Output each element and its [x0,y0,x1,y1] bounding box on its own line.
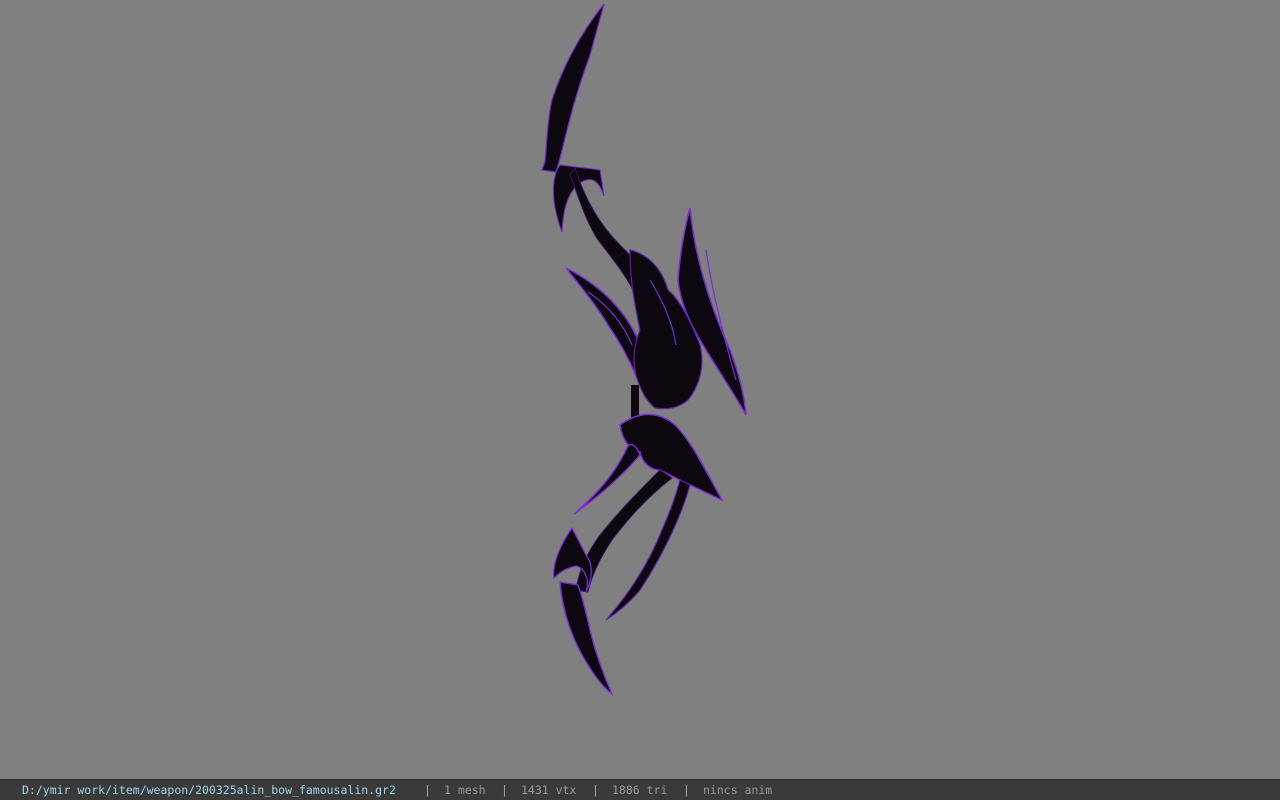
3d-viewport[interactable] [0,0,1280,779]
vertex-count: 1431 vtx [521,783,577,797]
triangle-count: 1886 tri [612,783,668,797]
status-bar: D:/ymir work/item/weapon/200325alin_bow_… [0,779,1280,800]
mesh-count: 1 mesh [444,783,486,797]
bow-grip [565,207,747,435]
file-path: D:/ymir work/item/weapon/200325alin_bow_… [22,783,396,797]
status-separator: | [424,783,431,797]
anim-status: nincs anim [703,783,773,797]
status-separator: | [592,783,599,797]
bow-lower-limb [553,413,724,697]
bow-model [541,3,747,697]
status-separator: | [501,783,508,797]
status-separator: | [683,783,690,797]
